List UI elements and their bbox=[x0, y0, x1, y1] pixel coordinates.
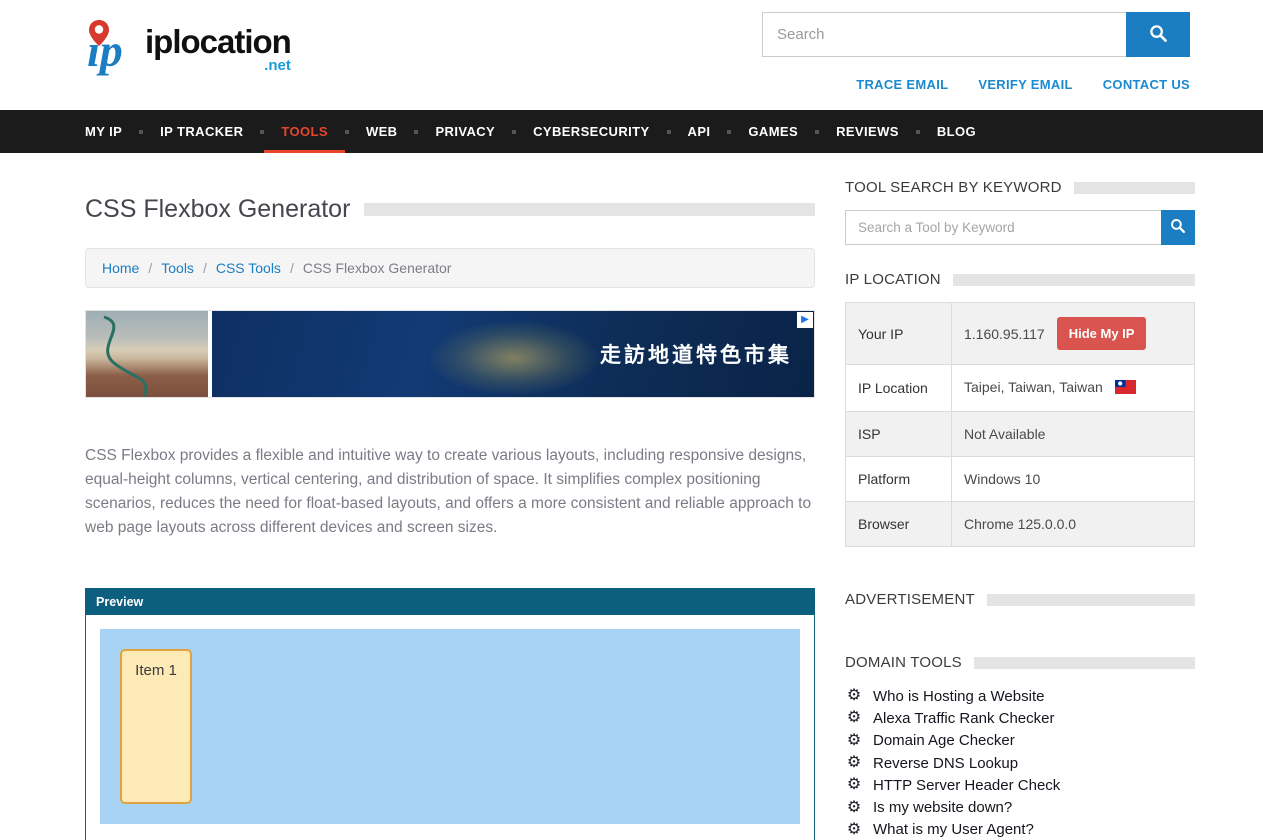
main-column: CSS Flexbox Generator Home / Tools / CSS… bbox=[85, 179, 815, 840]
ad-headline: 走訪地道特色市集 bbox=[600, 339, 792, 369]
tool-search bbox=[845, 210, 1195, 245]
search-icon bbox=[1170, 218, 1186, 237]
gear-icon: ⚙ bbox=[845, 710, 863, 726]
heading-decoration-bar bbox=[987, 594, 1195, 606]
breadcrumb-tools[interactable]: Tools bbox=[161, 260, 194, 276]
domain-tool-http-header[interactable]: ⚙ HTTP Server Header Check bbox=[845, 774, 1195, 796]
contact-us-link[interactable]: CONTACT US bbox=[1103, 77, 1190, 92]
domain-tool-user-agent[interactable]: ⚙ What is my User Agent? bbox=[845, 819, 1195, 840]
heading-decoration-bar bbox=[953, 274, 1195, 286]
domain-tools-list: ⚙ Who is Hosting a Website ⚙ Alexa Traff… bbox=[845, 685, 1195, 840]
gear-icon: ⚙ bbox=[845, 777, 863, 793]
page-title: CSS Flexbox Generator bbox=[85, 195, 350, 224]
preview-flex-container: Item 1 bbox=[100, 629, 800, 824]
nav-item-reviews[interactable]: REVIEWS bbox=[819, 110, 916, 153]
site-search bbox=[762, 12, 1190, 57]
gear-icon: ⚙ bbox=[845, 800, 863, 816]
nav-item-blog[interactable]: BLOG bbox=[920, 110, 993, 153]
ip-location-heading: IP LOCATION bbox=[845, 271, 1195, 288]
content: CSS Flexbox Generator Home / Tools / CSS… bbox=[0, 153, 1263, 840]
site-header: ip iplocation .net TRACE EMAIL bbox=[0, 0, 1263, 110]
logo-tld: .net bbox=[145, 57, 291, 74]
header-right: TRACE EMAIL VERIFY EMAIL CONTACT US bbox=[762, 12, 1190, 92]
your-ip-value: 1.160.95.117 bbox=[964, 326, 1045, 342]
tool-search-button[interactable] bbox=[1161, 210, 1195, 245]
table-row: IP Location Taipei, Taiwan, Taiwan bbox=[846, 365, 1195, 412]
nav-item-games[interactable]: GAMES bbox=[731, 110, 815, 153]
nav-item-privacy[interactable]: PRIVACY bbox=[418, 110, 512, 153]
domain-tool-reverse-dns[interactable]: ⚙ Reverse DNS Lookup bbox=[845, 752, 1195, 774]
advertisement-slot bbox=[845, 622, 1195, 654]
table-row: ISP Not Available bbox=[846, 412, 1195, 457]
tool-description: CSS Flexbox provides a flexible and intu… bbox=[85, 444, 815, 540]
domain-tool-alexa-rank[interactable]: ⚙ Alexa Traffic Rank Checker bbox=[845, 707, 1195, 729]
domain-tool-hosting[interactable]: ⚙ Who is Hosting a Website bbox=[845, 685, 1195, 707]
nav-item-ip-tracker[interactable]: IP TRACKER bbox=[143, 110, 260, 153]
tool-search-input[interactable] bbox=[845, 210, 1161, 245]
taiwan-flag-icon bbox=[1115, 380, 1136, 397]
flexbox-preview: Preview Item 1 bbox=[85, 588, 815, 840]
advertisement-heading: ADVERTISEMENT bbox=[845, 591, 1195, 608]
nav-item-cybersecurity[interactable]: CYBERSECURITY bbox=[516, 110, 666, 153]
ip-location-table: Your IP 1.160.95.117 Hide My IP IP Locat… bbox=[845, 302, 1195, 547]
sidebar: TOOL SEARCH BY KEYWORD IP LOCATION Your … bbox=[845, 179, 1195, 840]
heading-decoration-bar bbox=[974, 657, 1195, 669]
ad-banner[interactable]: 走訪地道特色市集 ▶ bbox=[85, 310, 815, 398]
verify-email-link[interactable]: VERIFY EMAIL bbox=[978, 77, 1072, 92]
ip-location-value: Taipei, Taiwan, Taiwan bbox=[964, 379, 1103, 395]
domain-tools-heading: DOMAIN TOOLS bbox=[845, 654, 1195, 671]
isp-value: Not Available bbox=[952, 412, 1195, 457]
page-title-row: CSS Flexbox Generator bbox=[85, 195, 815, 224]
ad-building-dome bbox=[429, 321, 599, 395]
header-links: TRACE EMAIL VERIFY EMAIL CONTACT US bbox=[856, 77, 1190, 92]
nav-item-web[interactable]: WEB bbox=[349, 110, 415, 153]
site-logo[interactable]: ip iplocation .net bbox=[85, 18, 291, 81]
main-nav: MY IP IP TRACKER TOOLS WEB PRIVACY CYBER… bbox=[0, 110, 1263, 153]
preview-header: Preview bbox=[86, 589, 814, 615]
preview-flex-item: Item 1 bbox=[120, 649, 192, 804]
site-search-button[interactable] bbox=[1126, 12, 1190, 57]
table-row: Browser Chrome 125.0.0.0 bbox=[846, 502, 1195, 547]
domain-tool-website-down[interactable]: ⚙ Is my website down? bbox=[845, 796, 1195, 818]
nav-item-api[interactable]: API bbox=[671, 110, 728, 153]
heading-decoration-bar bbox=[1074, 182, 1195, 194]
site-search-input[interactable] bbox=[762, 12, 1126, 57]
logo-pin-icon: ip bbox=[85, 18, 143, 81]
gear-icon: ⚙ bbox=[845, 755, 863, 771]
table-row: Platform Windows 10 bbox=[846, 457, 1195, 502]
nav-item-tools[interactable]: TOOLS bbox=[264, 110, 345, 153]
breadcrumb-separator: / bbox=[290, 260, 294, 276]
browser-value: Chrome 125.0.0.0 bbox=[952, 502, 1195, 547]
breadcrumb-home[interactable]: Home bbox=[102, 260, 139, 276]
gear-icon: ⚙ bbox=[845, 688, 863, 704]
breadcrumb-separator: / bbox=[148, 260, 152, 276]
breadcrumb: Home / Tools / CSS Tools / CSS Flexbox G… bbox=[85, 248, 815, 288]
table-row: Your IP 1.160.95.117 Hide My IP bbox=[846, 303, 1195, 365]
search-icon bbox=[1149, 24, 1168, 46]
breadcrumb-separator: / bbox=[203, 260, 207, 276]
ad-photo-left bbox=[86, 311, 208, 397]
gear-icon: ⚙ bbox=[845, 733, 863, 749]
platform-value: Windows 10 bbox=[952, 457, 1195, 502]
logo-text: iplocation bbox=[145, 25, 291, 59]
gear-icon: ⚙ bbox=[845, 822, 863, 838]
domain-tool-domain-age[interactable]: ⚙ Domain Age Checker bbox=[845, 730, 1195, 752]
adchoices-icon[interactable]: ▶ bbox=[797, 312, 813, 328]
ad-image: 走訪地道特色市集 bbox=[212, 311, 814, 397]
preview-body: Item 1 bbox=[86, 615, 814, 840]
breadcrumb-current: CSS Flexbox Generator bbox=[303, 260, 452, 276]
breadcrumb-css-tools[interactable]: CSS Tools bbox=[216, 260, 281, 276]
tool-search-heading: TOOL SEARCH BY KEYWORD bbox=[845, 179, 1195, 196]
title-decoration-bar bbox=[364, 203, 815, 216]
trace-email-link[interactable]: TRACE EMAIL bbox=[856, 77, 948, 92]
nav-item-my-ip[interactable]: MY IP bbox=[85, 110, 139, 153]
hide-my-ip-button[interactable]: Hide My IP bbox=[1057, 317, 1147, 350]
